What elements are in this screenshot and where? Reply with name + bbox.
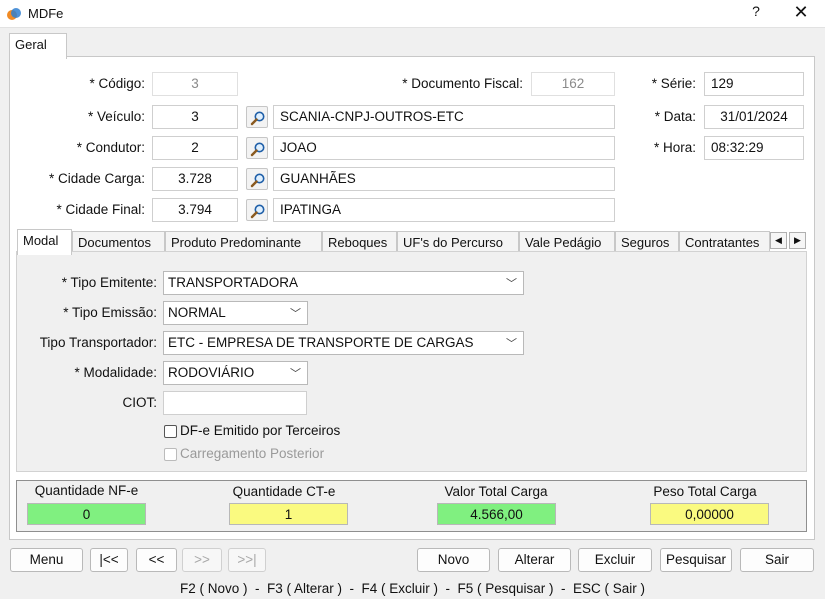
novo-button[interactable]: Novo xyxy=(417,548,490,572)
cidade-carga-search-button[interactable] xyxy=(246,168,268,190)
tab-geral[interactable]: Geral xyxy=(9,33,67,59)
sair-button[interactable]: Sair xyxy=(740,548,814,572)
serie-field[interactable]: 129 xyxy=(704,72,804,96)
documento-fiscal-label: * Documento Fiscal: xyxy=(402,76,523,91)
qtd-cte-label: Quantidade CT-e xyxy=(232,484,336,499)
window-title: MDFe xyxy=(28,6,64,21)
cidade-final-search-button[interactable] xyxy=(246,199,268,221)
tipo-emissao-label: * Tipo Emissão: xyxy=(63,305,157,320)
condutor-search-button[interactable] xyxy=(246,137,268,159)
modalidade-label: * Modalidade: xyxy=(74,365,157,380)
magnifier-icon xyxy=(250,142,265,157)
codigo-label: * Código: xyxy=(89,76,145,91)
carregamento-posterior-label: Carregamento Posterior xyxy=(180,446,325,461)
condutor-description-field[interactable]: JOAO xyxy=(273,136,615,160)
chevron-down-icon: ﹀ xyxy=(290,368,301,380)
valor-total-label: Valor Total Carga xyxy=(444,484,548,499)
last-record-button[interactable]: >>| xyxy=(228,548,266,572)
veiculo-label: * Veículo: xyxy=(87,109,145,124)
alterar-button[interactable]: Alterar xyxy=(498,548,571,572)
dfe-terceiros-label: DF-e Emitido por Terceiros xyxy=(180,423,341,438)
chevron-down-icon: ﹀ xyxy=(506,278,517,290)
data-label: * Data: xyxy=(654,109,696,124)
condutor-code-field[interactable]: 2 xyxy=(152,136,238,160)
tabs-scroll-right-icon[interactable]: ▶ xyxy=(789,232,806,249)
tipo-emissao-value: NORMAL xyxy=(168,305,226,320)
hora-field[interactable]: 08:32:29 xyxy=(704,136,804,160)
excluir-button[interactable]: Excluir xyxy=(578,548,652,572)
hora-label: * Hora: xyxy=(653,140,696,155)
tabs-scroll-left-icon[interactable]: ◀ xyxy=(770,232,787,249)
cidade-final-code-field[interactable]: 3.794 xyxy=(152,198,238,222)
tipo-emitente-value: TRANSPORTADORA xyxy=(168,275,299,290)
veiculo-description-field[interactable]: SCANIA-CNPJ-OUTROS-ETC xyxy=(273,105,615,129)
veiculo-code-field[interactable]: 3 xyxy=(152,105,238,129)
data-field[interactable]: 31/01/2024 xyxy=(704,105,804,129)
valor-total-value: 4.566,00 xyxy=(437,503,556,525)
chevron-down-icon: ﹀ xyxy=(506,338,517,350)
cidade-final-label: * Cidade Final: xyxy=(56,202,145,217)
tipo-transportador-select[interactable]: ETC - EMPRESA DE TRANSPORTE DE CARGAS ﹀ xyxy=(163,331,524,355)
ciot-label: CIOT: xyxy=(122,395,157,410)
chevron-down-icon: ﹀ xyxy=(290,308,301,320)
tipo-emissao-select[interactable]: NORMAL ﹀ xyxy=(163,301,308,325)
help-button[interactable]: ? xyxy=(748,3,764,23)
close-icon[interactable]: ✕ xyxy=(788,2,814,24)
dfe-terceiros-checkbox[interactable] xyxy=(164,425,177,438)
cidade-carga-description-field[interactable]: GUANHÃES xyxy=(273,167,615,191)
veiculo-search-button[interactable] xyxy=(246,106,268,128)
keyboard-shortcuts-hint: F2 ( Novo ) - F3 ( Alterar ) - F4 ( Excl… xyxy=(179,581,646,596)
condutor-label: * Condutor: xyxy=(76,140,145,155)
next-record-button[interactable]: >> xyxy=(182,548,222,572)
magnifier-icon xyxy=(250,204,265,219)
tipo-transportador-label: Tipo Transportador: xyxy=(39,335,157,350)
documento-fiscal-field[interactable]: 162 xyxy=(531,72,615,96)
modalidade-select[interactable]: RODOVIÁRIO ﹀ xyxy=(163,361,308,385)
menu-button[interactable]: Menu xyxy=(10,548,83,572)
serie-label: * Série: xyxy=(651,76,696,91)
magnifier-icon xyxy=(250,173,265,188)
cidade-final-description-field[interactable]: IPATINGA xyxy=(273,198,615,222)
first-record-button[interactable]: |<< xyxy=(90,548,128,572)
tipo-emitente-label: * Tipo Emitente: xyxy=(61,275,157,290)
magnifier-icon xyxy=(250,111,265,126)
tipo-transportador-value: ETC - EMPRESA DE TRANSPORTE DE CARGAS xyxy=(168,335,474,350)
pesquisar-button[interactable]: Pesquisar xyxy=(660,548,732,572)
qtd-cte-value: 1 xyxy=(229,503,348,525)
previous-record-button[interactable]: << xyxy=(136,548,177,572)
tipo-emitente-select[interactable]: TRANSPORTADORA ﹀ xyxy=(163,271,524,295)
carregamento-posterior-checkbox[interactable] xyxy=(164,448,177,461)
cidade-carga-label: * Cidade Carga: xyxy=(48,171,145,186)
tab-modal[interactable]: Modal xyxy=(17,229,72,255)
qtd-nfe-value: 0 xyxy=(27,503,146,525)
title-bar: MDFe ? ✕ xyxy=(0,0,825,28)
qtd-nfe-label: Quantidade NF-e xyxy=(34,483,139,498)
peso-total-value: 0,00000 xyxy=(650,503,769,525)
modalidade-value: RODOVIÁRIO xyxy=(168,365,255,380)
app-logo-icon xyxy=(7,8,21,20)
cidade-carga-code-field[interactable]: 3.728 xyxy=(152,167,238,191)
ciot-field[interactable] xyxy=(163,391,307,415)
peso-total-label: Peso Total Carga xyxy=(653,484,757,499)
codigo-field[interactable]: 3 xyxy=(152,72,238,96)
